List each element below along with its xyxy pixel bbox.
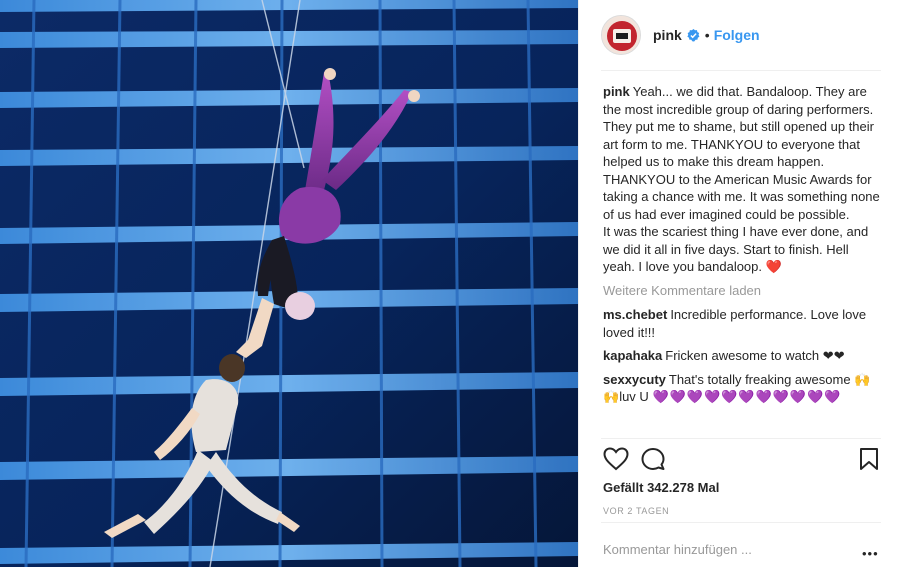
comments-section: pink Yeah... we did that. Bandaloop. They…	[603, 83, 883, 412]
actions-divider	[601, 438, 881, 439]
header-divider	[601, 70, 881, 71]
post-photo[interactable]	[0, 0, 578, 567]
instagram-post: pink • Folgen pink Yeah... we did that. B…	[0, 0, 900, 567]
post-timestamp[interactable]: VOR 2 TAGEN	[603, 506, 669, 516]
comment-text: That's totally freaking awesome	[668, 371, 851, 387]
comment-divider	[601, 522, 881, 523]
comment-username[interactable]: kapahaka	[603, 348, 662, 363]
more-options-icon[interactable]: •••	[862, 546, 879, 561]
post-caption: pink Yeah... we did that. Bandaloop. They…	[603, 83, 883, 276]
caption-text-2: It was the scariest thing I have ever do…	[603, 224, 869, 274]
heart-outline-icon[interactable]	[603, 447, 629, 471]
post-header: pink • Folgen	[579, 0, 900, 70]
add-comment-input[interactable]	[603, 534, 859, 564]
speech-bubble-icon[interactable]	[641, 447, 665, 471]
red-heart-emoji: ❤️	[765, 259, 782, 274]
verified-badge-icon	[687, 28, 700, 41]
caption-text-1: Yeah... we did that. Bandaloop. They are…	[603, 84, 880, 222]
comment-username[interactable]: sexxycuty	[603, 372, 666, 387]
purple-hearts-emoji: 💜💜💜💜💜💜💜💜💜💜💜	[652, 389, 842, 404]
comment-item: ms.chebet Incredible performance. Love lo…	[603, 306, 883, 341]
separator-dot: •	[704, 27, 710, 43]
load-more-comments-link[interactable]: Weitere Kommentare laden	[603, 282, 883, 300]
aerial-dance-photo	[0, 0, 578, 567]
follow-button[interactable]: Folgen	[714, 27, 760, 43]
comment-item: sexxycuty That's totally freaking awesome…	[603, 371, 883, 406]
heart-emoji: ❤❤	[822, 348, 845, 363]
like-count[interactable]: Gefällt 342.278 Mal	[603, 480, 719, 495]
avatar-image	[602, 16, 640, 54]
comment-text-luv: luv U	[619, 389, 649, 404]
post-username[interactable]: pink	[653, 27, 682, 43]
bookmark-icon[interactable]	[859, 447, 879, 471]
avatar[interactable]	[601, 15, 641, 55]
comment-item: kapahaka Fricken awesome to watch ❤❤	[603, 347, 883, 365]
comment-text: Fricken awesome to watch	[665, 348, 820, 363]
caption-username[interactable]: pink	[603, 84, 630, 99]
post-actions	[603, 447, 883, 473]
post-sidebar: pink • Folgen pink Yeah... we did that. B…	[578, 0, 900, 567]
comment-username[interactable]: ms.chebet	[603, 307, 667, 322]
